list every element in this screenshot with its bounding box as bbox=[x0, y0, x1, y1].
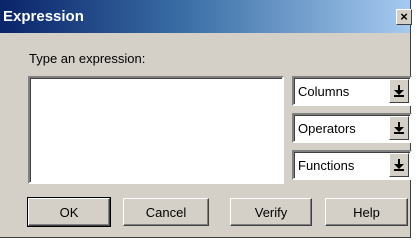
help-button[interactable]: Help bbox=[325, 198, 408, 226]
close-icon: × bbox=[400, 9, 408, 24]
expression-dialog: Expression × Type an expression: Columns… bbox=[0, 0, 412, 238]
dropdown-arrow-icon bbox=[394, 122, 404, 134]
verify-button[interactable]: Verify bbox=[230, 198, 312, 226]
columns-dropdown-button[interactable] bbox=[389, 79, 409, 103]
functions-dropdown-label: Functions bbox=[298, 158, 355, 173]
dropdown-arrow-icon bbox=[394, 85, 404, 97]
expression-prompt-label: Type an expression: bbox=[29, 51, 146, 66]
ok-button[interactable]: OK bbox=[27, 197, 111, 227]
columns-dropdown[interactable]: Columns bbox=[292, 76, 412, 106]
columns-dropdown-label: Columns bbox=[298, 84, 350, 99]
dropdown-arrow-icon bbox=[394, 159, 404, 171]
close-button[interactable]: × bbox=[396, 9, 412, 25]
operators-dropdown[interactable]: Operators bbox=[292, 113, 412, 143]
functions-dropdown[interactable]: Functions bbox=[292, 150, 412, 180]
title-bar[interactable]: Expression × bbox=[0, 0, 412, 33]
expression-input[interactable] bbox=[28, 76, 284, 184]
functions-dropdown-button[interactable] bbox=[389, 153, 409, 177]
operators-dropdown-button[interactable] bbox=[389, 116, 409, 140]
operators-dropdown-label: Operators bbox=[298, 121, 356, 136]
cancel-button[interactable]: Cancel bbox=[123, 198, 209, 226]
dialog-title: Expression bbox=[3, 8, 84, 25]
